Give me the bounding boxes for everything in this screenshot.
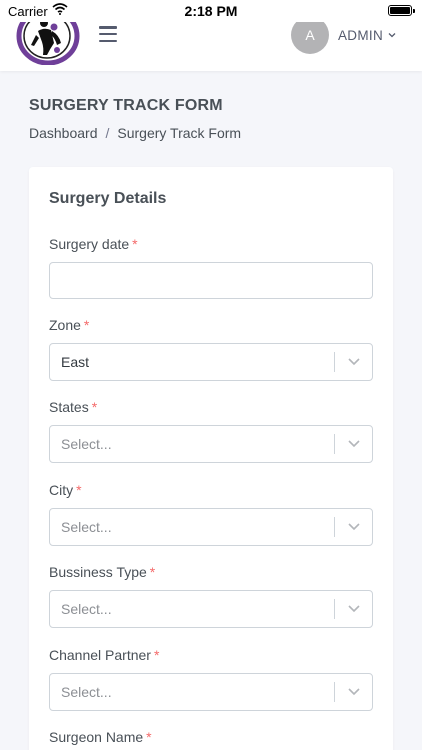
surgeon-name-label: Surgeon Name * (49, 729, 152, 745)
chevron-down-icon[interactable] (347, 686, 361, 696)
channel-partner-label: Channel Partner * (49, 647, 160, 663)
surgery-details-card: Surgery Details Surgery date * Zone * East… (29, 167, 393, 750)
city-placeholder: Select... (61, 519, 112, 535)
chevron-down-icon[interactable] (347, 438, 361, 448)
breadcrumb-separator: / (105, 125, 110, 141)
chevron-down-icon[interactable] (347, 521, 361, 531)
select-divider (334, 517, 335, 537)
zone-label: Zone * (49, 317, 90, 333)
breadcrumb: Dashboard / Surgery Track Form (29, 125, 241, 141)
channel-partner-select[interactable]: Select... (49, 673, 373, 711)
surgery-date-input[interactable] (49, 262, 373, 299)
states-label: States * (49, 399, 98, 415)
select-divider (334, 352, 335, 372)
city-select[interactable]: Select... (49, 508, 373, 546)
page-title: SURGERY TRACK FORM (29, 97, 223, 114)
zone-selected-value: East (61, 354, 90, 370)
zone-select[interactable]: East (49, 343, 373, 381)
chevron-down-icon[interactable] (388, 32, 396, 38)
surgery-date-label: Surgery date * (49, 236, 138, 252)
chevron-down-icon[interactable] (347, 356, 361, 366)
battery-icon (388, 5, 415, 16)
select-divider (334, 599, 335, 619)
chevron-down-icon[interactable] (347, 603, 361, 613)
breadcrumb-dashboard-link[interactable]: Dashboard (29, 125, 98, 141)
channel-partner-placeholder: Select... (61, 684, 112, 700)
clock: 2:18 PM (184, 3, 238, 19)
select-divider (334, 682, 335, 702)
business-type-label: Bussiness Type * (49, 564, 156, 580)
status-bar: Carrier 2:18 PM (0, 0, 422, 22)
business-type-placeholder: Select... (61, 601, 112, 617)
breadcrumb-current: Surgery Track Form (117, 125, 242, 141)
hamburger-menu-icon[interactable] (99, 26, 117, 42)
states-select[interactable]: Select... (49, 425, 373, 463)
business-type-select[interactable]: Select... (49, 590, 373, 628)
user-name[interactable]: ADMIN (338, 28, 383, 43)
select-divider (334, 434, 335, 454)
city-label: City * (49, 482, 82, 498)
states-placeholder: Select... (61, 436, 112, 452)
section-title: Surgery Details (49, 190, 167, 207)
